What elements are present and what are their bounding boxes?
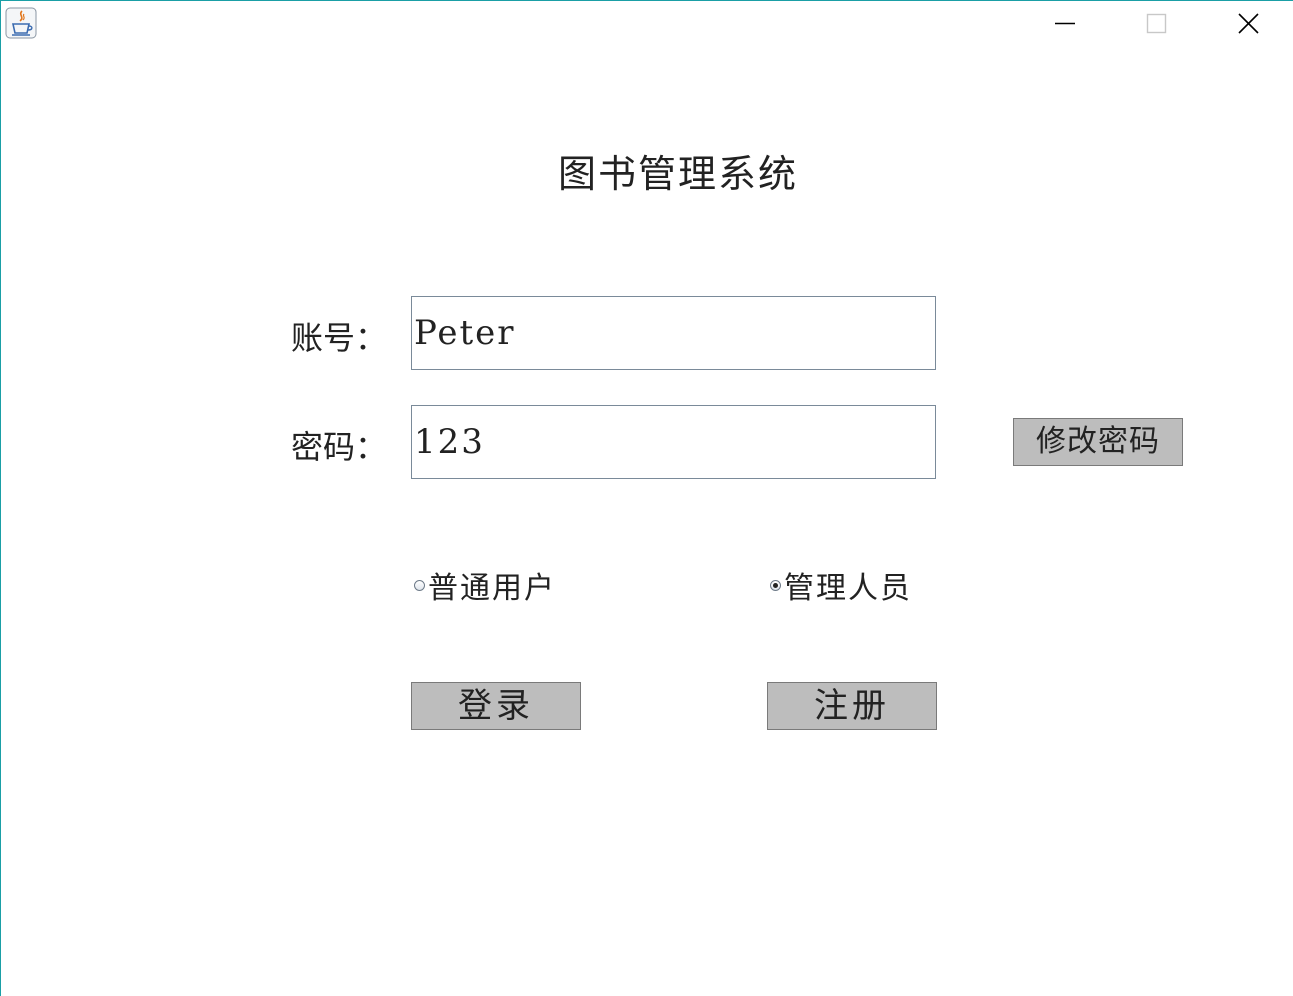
maximize-icon — [1146, 13, 1167, 34]
close-icon — [1238, 13, 1259, 34]
account-input[interactable]: Peter — [411, 296, 936, 370]
register-button[interactable]: 注册 — [767, 682, 937, 730]
change-password-button[interactable]: 修改密码 — [1013, 418, 1183, 466]
page-title: 图书管理系统 — [557, 152, 798, 196]
minimize-icon — [1055, 22, 1075, 25]
app-window: 图书管理系统 账号： Peter 密码： 123 修改密码 普通用户 管理人员 … — [0, 0, 1293, 996]
password-input[interactable]: 123 — [411, 405, 936, 479]
maximize-button[interactable] — [1110, 1, 1202, 47]
password-label: 密码： — [291, 428, 388, 466]
role-option-user[interactable]: 普通用户 — [414, 563, 556, 607]
role-user-label: 普通用户 — [428, 571, 556, 606]
close-button[interactable] — [1202, 1, 1293, 47]
role-admin-label: 管理人员 — [784, 571, 912, 606]
minimize-button[interactable] — [1019, 1, 1111, 47]
java-cup-icon[interactable] — [5, 7, 37, 39]
account-label: 账号： — [291, 319, 388, 357]
radio-admin[interactable] — [770, 579, 781, 591]
login-button[interactable]: 登录 — [411, 682, 581, 730]
role-option-admin[interactable]: 管理人员 — [770, 563, 912, 607]
radio-user[interactable] — [414, 579, 425, 591]
